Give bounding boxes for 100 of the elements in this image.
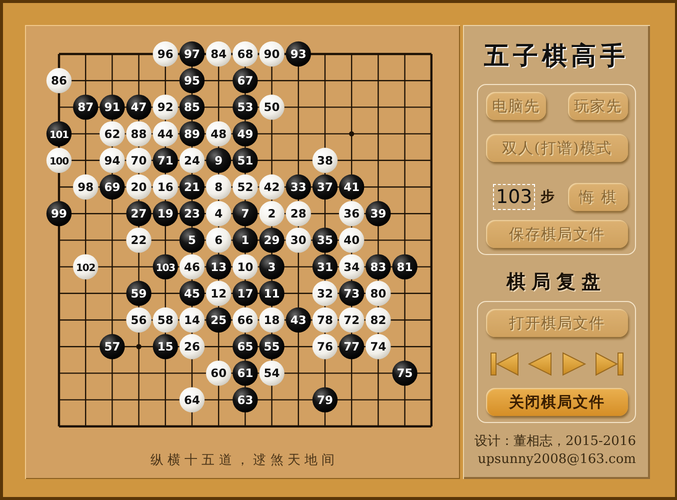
stone: 18 bbox=[259, 307, 284, 333]
stone: 36 bbox=[339, 201, 364, 226]
move-counter: 103 bbox=[493, 184, 536, 210]
stone: 65 bbox=[232, 334, 258, 360]
stone: 67 bbox=[232, 68, 258, 94]
app-title: 五子棋高手 bbox=[484, 40, 629, 72]
stone: 3 bbox=[259, 254, 284, 280]
move-unit: 步 bbox=[540, 188, 554, 206]
replay-title: 棋局复盘 bbox=[506, 270, 606, 295]
stone: 8 bbox=[206, 174, 232, 200]
stone: 4 bbox=[206, 201, 232, 226]
stone: 61 bbox=[232, 360, 258, 386]
stone: 53 bbox=[232, 94, 258, 120]
stone: 26 bbox=[179, 334, 205, 360]
stone: 11 bbox=[259, 280, 284, 306]
stone: 57 bbox=[100, 334, 125, 360]
stone: 87 bbox=[73, 94, 98, 120]
stone: 51 bbox=[232, 148, 258, 173]
stone: 74 bbox=[366, 334, 391, 360]
stone: 89 bbox=[179, 121, 205, 146]
stone: 63 bbox=[232, 387, 258, 412]
stone: 2 bbox=[259, 201, 284, 226]
stone: 93 bbox=[286, 41, 311, 67]
stone: 29 bbox=[259, 228, 284, 253]
stone: 66 bbox=[232, 307, 258, 333]
stone: 76 bbox=[312, 334, 338, 360]
stone: 20 bbox=[126, 174, 152, 200]
stone: 43 bbox=[286, 307, 311, 333]
stone: 37 bbox=[312, 174, 338, 200]
stone: 9 bbox=[206, 148, 232, 173]
stone: 34 bbox=[339, 254, 364, 280]
stone: 90 bbox=[259, 41, 284, 67]
stone: 1 bbox=[232, 228, 258, 253]
stone: 27 bbox=[126, 201, 152, 226]
stone: 100 bbox=[46, 148, 72, 173]
stone: 81 bbox=[392, 254, 418, 280]
stone: 94 bbox=[100, 148, 125, 173]
stone: 31 bbox=[312, 254, 338, 280]
stone: 102 bbox=[73, 254, 98, 280]
stone: 48 bbox=[206, 121, 232, 146]
stone: 59 bbox=[126, 280, 152, 306]
stone: 72 bbox=[339, 307, 364, 333]
stone: 64 bbox=[179, 387, 205, 412]
stone: 60 bbox=[206, 360, 232, 386]
stone: 97 bbox=[179, 41, 205, 67]
stone: 30 bbox=[286, 228, 311, 253]
stone: 56 bbox=[126, 307, 152, 333]
stone: 83 bbox=[366, 254, 391, 280]
stone: 88 bbox=[126, 121, 152, 146]
stone: 28 bbox=[286, 201, 311, 226]
stone: 40 bbox=[339, 228, 364, 253]
stone: 46 bbox=[179, 254, 205, 280]
stone: 47 bbox=[126, 94, 152, 120]
stone: 55 bbox=[259, 334, 284, 360]
stone: 79 bbox=[312, 387, 338, 412]
stone: 71 bbox=[152, 148, 178, 173]
stone: 13 bbox=[206, 254, 232, 280]
stone: 19 bbox=[152, 201, 178, 226]
stone: 22 bbox=[126, 228, 152, 253]
stone: 10 bbox=[232, 254, 258, 280]
stone: 15 bbox=[152, 334, 178, 360]
stone: 41 bbox=[339, 174, 364, 200]
stone: 35 bbox=[312, 228, 338, 253]
stone: 82 bbox=[366, 307, 391, 333]
stone: 32 bbox=[312, 280, 338, 306]
credit-line: upsunny2008@163.com bbox=[478, 451, 636, 469]
stone: 69 bbox=[100, 174, 125, 200]
stone: 45 bbox=[179, 280, 205, 306]
stone: 73 bbox=[339, 280, 364, 306]
stone: 95 bbox=[179, 68, 205, 94]
stone: 17 bbox=[232, 280, 258, 306]
stone: 98 bbox=[73, 174, 98, 200]
stone: 38 bbox=[312, 148, 338, 173]
stone: 49 bbox=[232, 121, 258, 146]
stone: 92 bbox=[152, 94, 178, 120]
stone: 33 bbox=[286, 174, 311, 200]
stone: 75 bbox=[392, 360, 418, 386]
stone: 99 bbox=[46, 201, 72, 226]
stone: 86 bbox=[46, 68, 72, 94]
stone: 54 bbox=[259, 360, 284, 386]
stone: 84 bbox=[206, 41, 232, 67]
stone: 42 bbox=[259, 174, 284, 200]
stone: 80 bbox=[366, 280, 391, 306]
stone: 7 bbox=[232, 201, 258, 226]
stone: 16 bbox=[152, 174, 178, 200]
stone: 12 bbox=[206, 280, 232, 306]
stone: 23 bbox=[179, 201, 205, 226]
stone: 101 bbox=[46, 121, 72, 146]
stone: 50 bbox=[259, 94, 284, 120]
stone: 62 bbox=[100, 121, 125, 146]
stone: 44 bbox=[152, 121, 178, 146]
stone: 96 bbox=[152, 41, 178, 67]
stone: 68 bbox=[232, 41, 258, 67]
stone: 6 bbox=[206, 228, 232, 253]
stone: 77 bbox=[339, 334, 364, 360]
stone: 14 bbox=[179, 307, 205, 333]
board-caption: 纵 横 十 五 道 ， 逑 煞 天 地 间 bbox=[149, 452, 336, 469]
stone: 24 bbox=[179, 148, 205, 173]
close-file-button[interactable]: 关闭棋局文件 bbox=[486, 388, 628, 416]
stone: 78 bbox=[312, 307, 338, 333]
